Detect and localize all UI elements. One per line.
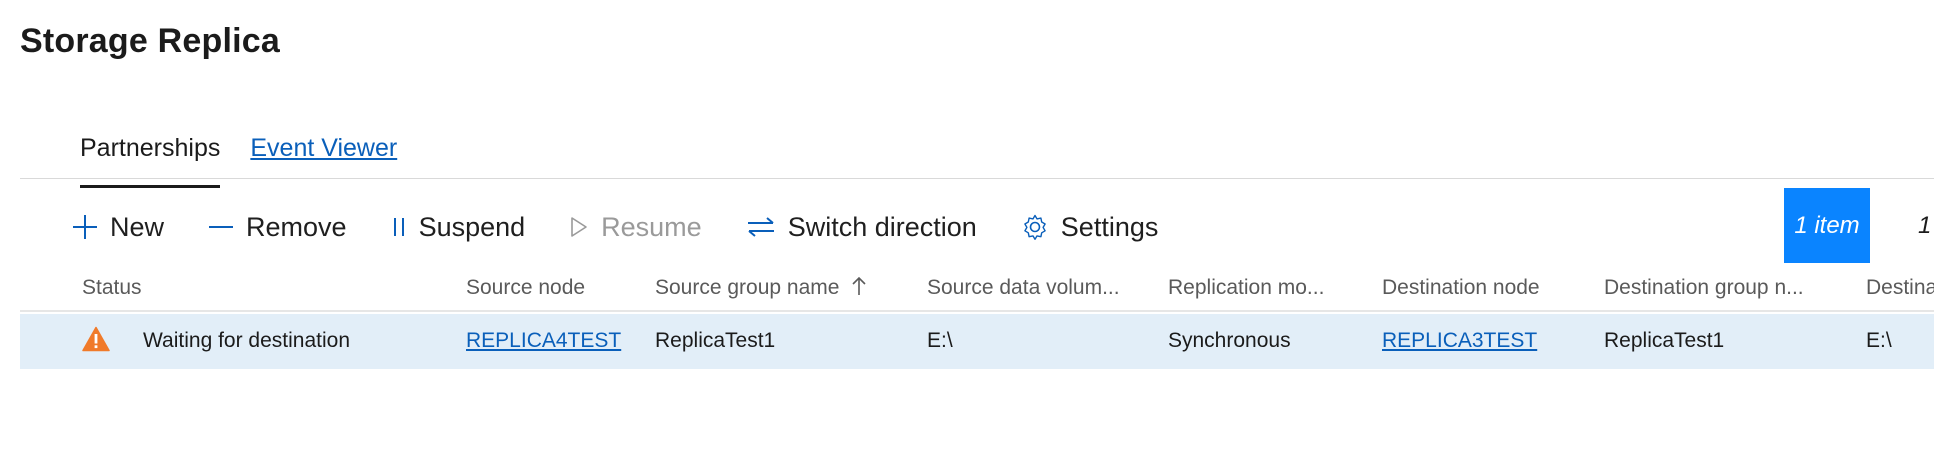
column-source-node[interactable]: Source node: [466, 276, 585, 300]
tab-event-viewer[interactable]: Event Viewer: [250, 128, 397, 180]
destination-group-cell: ReplicaTest1: [1604, 329, 1725, 352]
page-title: Storage Replica: [20, 22, 280, 60]
column-destination-node[interactable]: Destination node: [1382, 276, 1540, 300]
tab-bar: Partnerships Event Viewer: [80, 128, 397, 188]
column-source-group-name[interactable]: Source group name: [655, 276, 867, 302]
source-volume-cell: E:\: [927, 329, 953, 352]
swap-arrows-icon: [746, 215, 776, 239]
gear-icon: [1021, 213, 1049, 241]
column-status[interactable]: Status: [82, 276, 142, 300]
item-count-badge: 1 item: [1784, 188, 1870, 263]
overflow-text: 1: [1918, 212, 1932, 239]
column-source-group-name-label: Source group name: [655, 276, 840, 299]
destination-volume-cell: E:\: [1866, 329, 1892, 352]
column-destination-group-name[interactable]: Destination group n...: [1604, 276, 1804, 300]
suspend-label: Suspend: [418, 211, 526, 242]
header-divider: [20, 310, 1934, 312]
suspend-button[interactable]: Suspend: [391, 211, 526, 243]
status-text: Waiting for destination: [143, 329, 350, 352]
plus-icon: [72, 214, 98, 240]
resume-button[interactable]: Resume: [569, 212, 702, 243]
column-replication-mode[interactable]: Replication mo...: [1168, 276, 1324, 300]
settings-label: Settings: [1060, 211, 1159, 242]
sort-up-arrow-icon: [851, 276, 867, 302]
pause-icon: [391, 215, 407, 239]
switch-direction-button[interactable]: Switch direction: [746, 212, 977, 243]
resume-label: Resume: [601, 211, 702, 242]
play-icon: [569, 215, 589, 239]
destination-node-link[interactable]: REPLICA3TEST: [1382, 329, 1537, 353]
tabs-divider: [20, 178, 1934, 179]
table-row[interactable]: Waiting for destination REPLICA4TEST Rep…: [20, 314, 1934, 369]
column-source-data-volume[interactable]: Source data volum...: [927, 276, 1120, 300]
settings-button[interactable]: Settings: [1021, 211, 1159, 243]
remove-label: Remove: [246, 211, 347, 242]
replication-mode-cell: Synchronous: [1168, 329, 1291, 352]
switch-direction-label: Switch direction: [787, 211, 977, 242]
source-group-cell: ReplicaTest1: [655, 329, 776, 352]
toolbar: New Remove Suspend Resume Switch directi…: [72, 204, 1202, 250]
warning-triangle-icon: [82, 326, 110, 358]
new-label: New: [110, 211, 165, 242]
grid-header: Status Source node Source group name Sou…: [20, 272, 1934, 306]
tab-partnerships[interactable]: Partnerships: [80, 128, 221, 188]
source-node-link[interactable]: REPLICA4TEST: [466, 329, 621, 353]
minus-icon: [208, 214, 234, 240]
remove-button[interactable]: Remove: [208, 212, 347, 243]
column-destination-volume[interactable]: Destina: [1866, 276, 1934, 300]
new-button[interactable]: New: [72, 212, 164, 243]
